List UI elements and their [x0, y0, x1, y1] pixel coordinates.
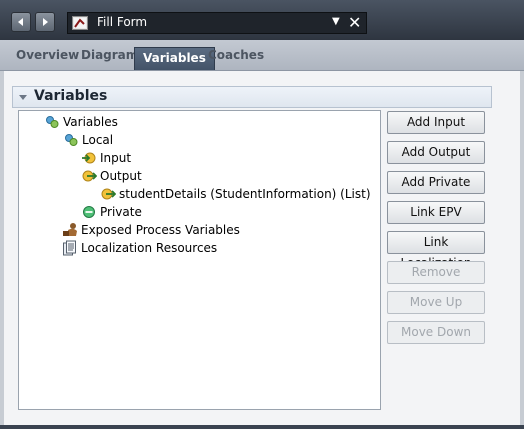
collapse-triangle-icon[interactable]	[19, 95, 27, 100]
tab-coaches[interactable]: Coaches	[208, 48, 264, 62]
link-localization-button[interactable]: Link Localization	[387, 231, 485, 270]
tab-overview[interactable]: Overview	[16, 48, 79, 62]
tree-label: Exposed Process Variables	[81, 223, 240, 237]
variables-tree[interactable]: Variables Local Input Output studentDeta…	[18, 110, 381, 410]
tree-label: Output	[100, 169, 142, 183]
output-variable-icon	[82, 170, 97, 182]
tab-diagram[interactable]: Diagram	[81, 48, 138, 62]
window-titlebar: Fill Form ▼ ✕	[0, 0, 524, 40]
tree-label: Localization Resources	[81, 241, 218, 255]
frame-right	[520, 71, 524, 425]
arrow-left-icon	[18, 18, 23, 26]
link-epv-button[interactable]: Link EPV	[387, 201, 485, 224]
localization-resources-icon	[63, 240, 76, 256]
remove-button[interactable]: Remove	[387, 261, 485, 284]
tree-label: Private	[100, 205, 142, 219]
private-variable-icon	[83, 206, 95, 218]
tree-label: studentDetails (StudentInformation) (Lis…	[119, 187, 371, 201]
section-title: Variables	[34, 88, 108, 104]
editor-title: Fill Form	[97, 15, 148, 29]
editor-title-box[interactable]: Fill Form ▼ ✕	[67, 12, 367, 34]
human-service-icon	[72, 16, 88, 30]
forward-button[interactable]	[35, 12, 55, 32]
add-private-button[interactable]: Add Private	[387, 171, 485, 194]
back-button[interactable]	[11, 12, 31, 32]
editor-tabs: Overview Diagram Variables Coaches	[0, 40, 524, 71]
move-down-button[interactable]: Move Down	[387, 321, 485, 344]
output-variable-icon	[101, 188, 116, 200]
variables-section-header[interactable]: Variables	[12, 86, 492, 108]
tree-label: Local	[82, 133, 114, 147]
tree-label: Variables	[63, 115, 118, 129]
add-input-button[interactable]: Add Input	[387, 111, 485, 134]
move-up-button[interactable]: Move Up	[387, 291, 485, 314]
variables-icon	[46, 116, 59, 128]
tree-label: Input	[100, 151, 132, 165]
arrow-right-icon	[43, 18, 48, 26]
add-output-button[interactable]: Add Output	[387, 141, 485, 164]
close-icon[interactable]: ✕	[348, 14, 361, 32]
tab-variables[interactable]: Variables	[134, 47, 215, 70]
variables-icon	[65, 134, 78, 146]
epv-icon	[63, 223, 77, 236]
window-bottom-border	[0, 425, 524, 429]
input-variable-icon	[82, 152, 96, 164]
chevron-down-icon[interactable]: ▼	[332, 16, 340, 27]
